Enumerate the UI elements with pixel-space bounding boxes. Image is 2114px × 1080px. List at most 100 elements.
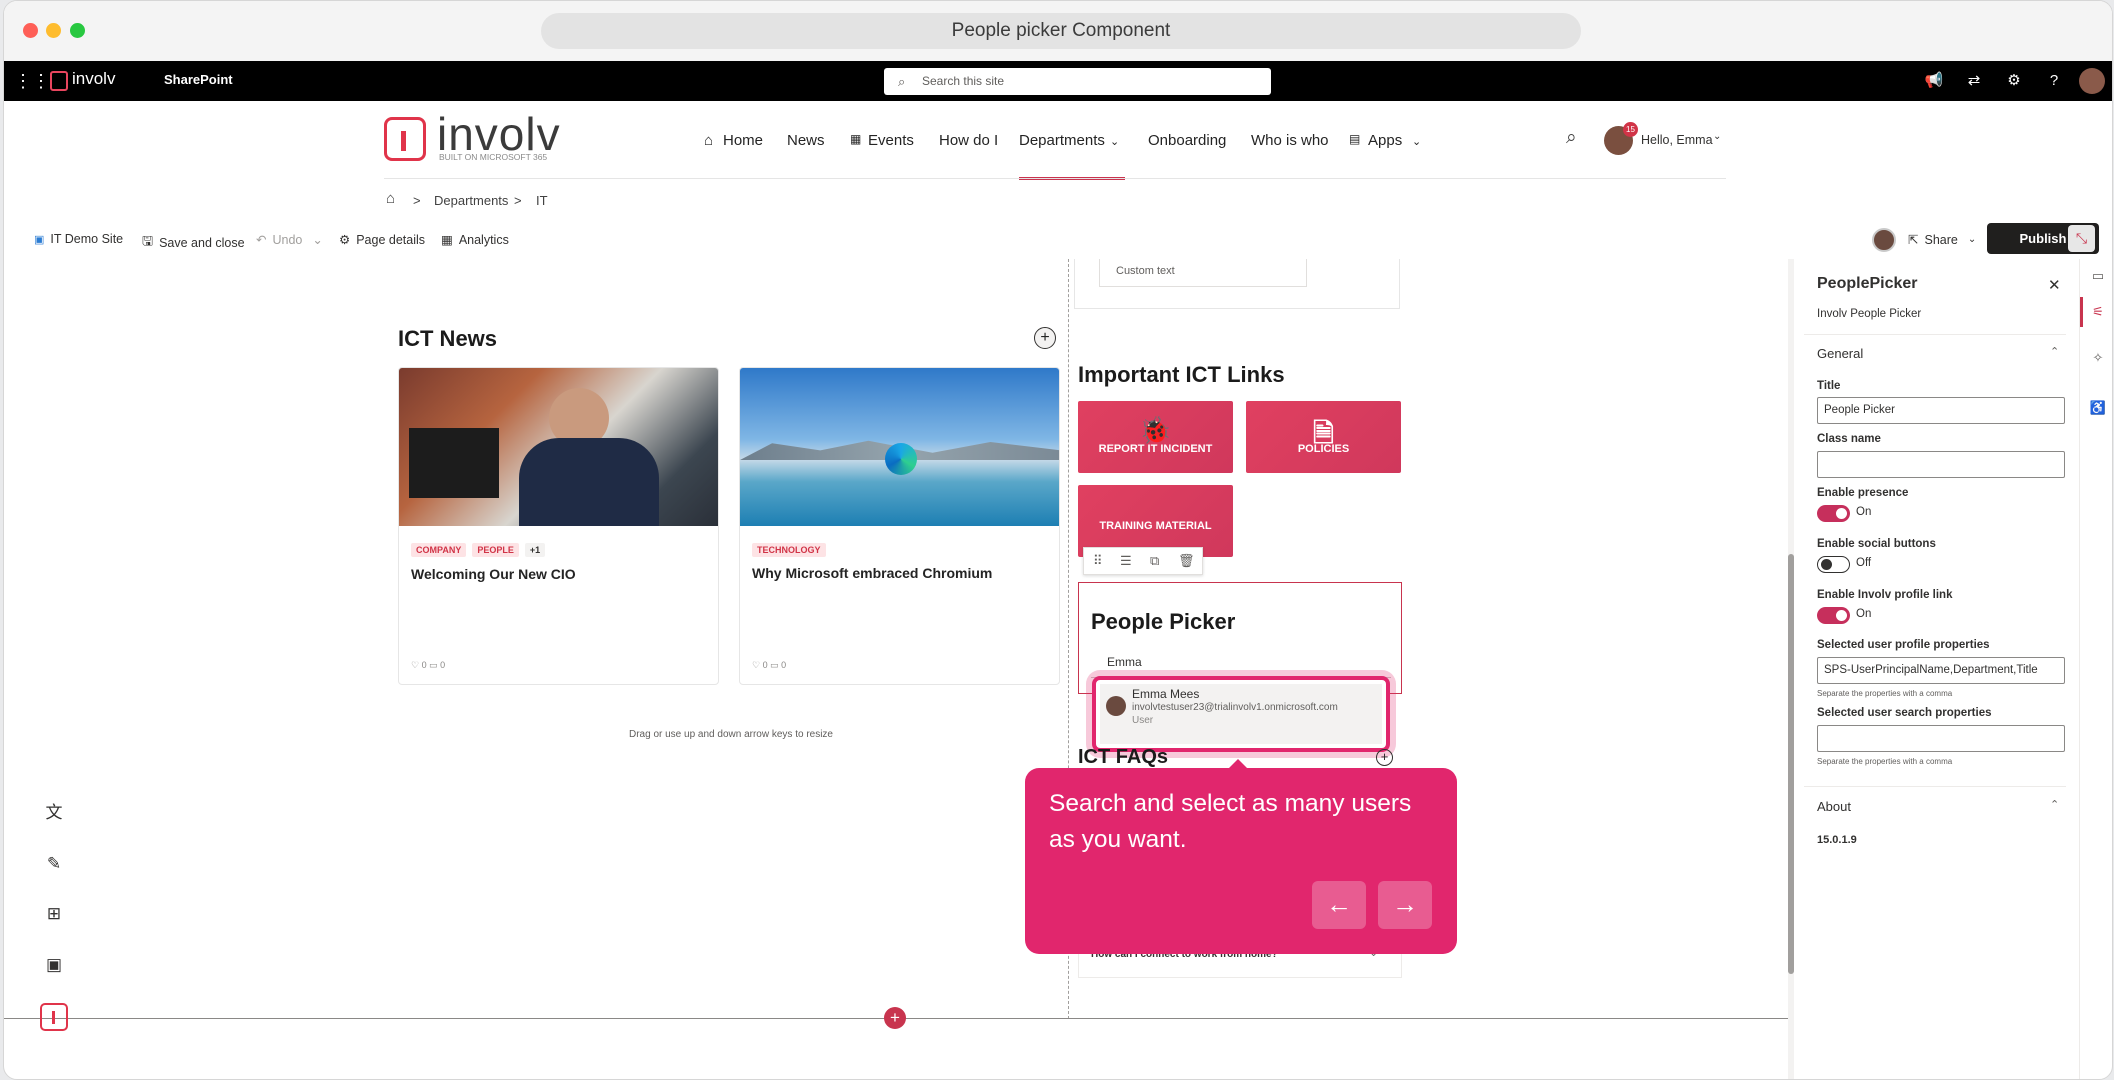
- megaphone-icon[interactable]: 📢: [1922, 69, 1946, 93]
- suite-app-name[interactable]: SharePoint: [164, 72, 233, 87]
- general-chevron-up-icon[interactable]: ⌃: [2050, 345, 2059, 358]
- header-search-icon[interactable]: ⌕: [1566, 127, 1577, 149]
- connect-icon[interactable]: ⇄: [1962, 69, 1986, 93]
- about-chevron-up-icon[interactable]: ⌃: [2050, 798, 2059, 811]
- page-details-button[interactable]: ⚙ Page details: [339, 232, 425, 248]
- general-group-header[interactable]: General: [1817, 346, 1863, 361]
- settings-gear-icon[interactable]: ⚙: [2002, 69, 2026, 93]
- header-divider: [384, 178, 1726, 179]
- add-webpart-icon[interactable]: ⊞: [42, 902, 66, 926]
- nav-events[interactable]: Events: [868, 132, 914, 149]
- window-title[interactable]: People picker Component: [541, 13, 1581, 49]
- site-search-input[interactable]: ⌕ Search this site: [884, 68, 1271, 95]
- nav-apps-chevron-down-icon[interactable]: ⌄: [1412, 135, 1421, 148]
- site-name-command[interactable]: ▣ IT Demo Site: [34, 232, 123, 246]
- link-tile-policies[interactable]: 🗎 POLICIES: [1246, 401, 1401, 473]
- properties-icon[interactable]: ⚟: [2086, 300, 2110, 324]
- nav-who-is-who[interactable]: Who is who: [1251, 132, 1329, 149]
- tag-people: PEOPLE: [472, 543, 519, 557]
- site-icon: ▣: [34, 233, 45, 246]
- nav-apps[interactable]: Apps: [1368, 132, 1402, 149]
- news-section-title: ICT News: [398, 326, 498, 351]
- search-props-input[interactable]: [1817, 725, 2065, 752]
- undo-chevron-down-icon[interactable]: ⌄: [312, 232, 322, 247]
- news-card[interactable]: TECHNOLOGY Why Microsoft embraced Chromi…: [739, 367, 1060, 685]
- comment-icon[interactable]: ▭: [770, 660, 779, 670]
- tooltip-next-button[interactable]: →: [1378, 881, 1432, 929]
- presence-toggle[interactable]: [1817, 505, 1850, 522]
- save-icon: 🖫: [142, 233, 154, 248]
- share-icon: ⇱: [1908, 233, 1919, 247]
- app-launcher-icon[interactable]: ⋮⋮: [14, 69, 50, 93]
- site-logo-tagline: BUILT ON MICROSOFT 365: [439, 152, 548, 162]
- about-group-header[interactable]: About: [1817, 799, 1851, 814]
- editor-avatar[interactable]: [1872, 228, 1896, 252]
- like-icon[interactable]: ♡: [752, 660, 760, 670]
- nav-news[interactable]: News: [787, 132, 825, 149]
- collapse-pane-icon[interactable]: ⤡: [2068, 225, 2095, 252]
- profile-props-input[interactable]: SPS-UserPrincipalName,Department,Title: [1817, 657, 2065, 684]
- help-icon[interactable]: ?: [2042, 69, 2066, 93]
- tooltip-text: Search and select as many users as you w…: [1049, 790, 1412, 853]
- resize-hint: Drag or use up and down arrow keys to re…: [629, 729, 833, 740]
- news-card[interactable]: COMPANY PEOPLE +1 Welcoming Our New CIO ♡ …: [398, 367, 719, 685]
- likes-count: 0: [762, 660, 768, 670]
- people-suggestion[interactable]: Emma Mees involvtestuser23@trialinvolv1.…: [1100, 684, 1382, 744]
- link-tile-report-incident[interactable]: 🐞 REPORT IT INCIDENT: [1078, 401, 1233, 473]
- delete-icon[interactable]: 🗑: [1178, 553, 1195, 569]
- breadcrumb-departments[interactable]: Departments: [434, 193, 508, 208]
- edit-properties-icon[interactable]: ☰: [1120, 553, 1132, 569]
- duplicate-icon[interactable]: ⧉: [1150, 553, 1159, 569]
- involv-rail-icon[interactable]: [40, 1003, 68, 1031]
- nav-how-do-i[interactable]: How do I: [939, 132, 998, 149]
- guide-tooltip: Search and select as many users as you w…: [1025, 768, 1457, 954]
- title-input[interactable]: People Picker: [1817, 397, 2065, 424]
- news-card-tags: TECHNOLOGY: [752, 540, 832, 558]
- breadcrumb-home-icon[interactable]: ⌂: [386, 190, 395, 207]
- drag-handle-icon[interactable]: ⠿: [1093, 553, 1103, 569]
- nav-home[interactable]: Home: [723, 132, 763, 149]
- breadcrumb-it[interactable]: IT: [536, 193, 548, 208]
- user-greeting[interactable]: Hello, Emma: [1641, 133, 1713, 147]
- translate-icon[interactable]: 文: [42, 801, 66, 825]
- nav-departments-chevron-down-icon[interactable]: ⌄: [1110, 135, 1119, 148]
- faqs-section-title: ICT FAQs: [1078, 746, 1169, 768]
- maximize-window-button[interactable]: [70, 23, 85, 38]
- people-search-input[interactable]: Emma: [1091, 650, 1391, 678]
- save-and-close-button[interactable]: 🖫 Save and close: [142, 232, 245, 254]
- profile-props-label: Selected user profile properties: [1817, 639, 1990, 651]
- like-icon[interactable]: ♡: [411, 660, 419, 670]
- undo-button[interactable]: ↶ Undo ⌄: [256, 232, 323, 248]
- profile-link-toggle[interactable]: [1817, 607, 1850, 624]
- social-label: Enable social buttons: [1817, 538, 1936, 550]
- comments-count: 0: [440, 660, 446, 670]
- custom-text-field[interactable]: Custom text: [1099, 259, 1307, 287]
- share-chevron-down-icon: ⌄: [1967, 234, 1977, 245]
- class-name-input[interactable]: [1817, 451, 2065, 478]
- comment-icon[interactable]: ▭: [429, 660, 438, 670]
- nav-onboarding[interactable]: Onboarding: [1148, 132, 1226, 149]
- nav-departments[interactable]: Departments: [1019, 132, 1105, 149]
- accessibility-icon[interactable]: ♿: [2086, 396, 2110, 420]
- news-card-image: [740, 368, 1059, 526]
- share-button[interactable]: ⇱ Share ⌄: [1908, 232, 1977, 248]
- add-webpart-icon[interactable]: +: [1034, 327, 1056, 349]
- analytics-button[interactable]: ▦ Analytics: [441, 232, 509, 248]
- pane-close-icon[interactable]: ✕: [2048, 276, 2061, 294]
- user-menu-chevron-down-icon[interactable]: ⌄: [1713, 131, 1721, 142]
- suggestion-type: User: [1132, 715, 1154, 726]
- design-icon[interactable]: ▣: [42, 953, 66, 977]
- add-section-button[interactable]: +: [884, 1007, 906, 1029]
- add-webpart-icon[interactable]: +: [1376, 749, 1393, 766]
- user-avatar[interactable]: [2079, 68, 2105, 94]
- minimize-window-button[interactable]: [46, 23, 61, 38]
- toolbox-icon[interactable]: ▭: [2086, 264, 2110, 288]
- news-card-title[interactable]: Welcoming Our New CIO: [411, 566, 576, 582]
- edit-page-icon[interactable]: ✎: [42, 852, 66, 876]
- tooltip-prev-button[interactable]: ←: [1312, 881, 1366, 929]
- news-card-title[interactable]: Why Microsoft embraced Chromium: [752, 565, 992, 581]
- pane-title: PeoplePicker: [1817, 275, 1918, 292]
- social-toggle[interactable]: [1817, 556, 1850, 573]
- close-window-button[interactable]: [23, 23, 38, 38]
- design-ideas-icon[interactable]: ✧: [2086, 346, 2110, 370]
